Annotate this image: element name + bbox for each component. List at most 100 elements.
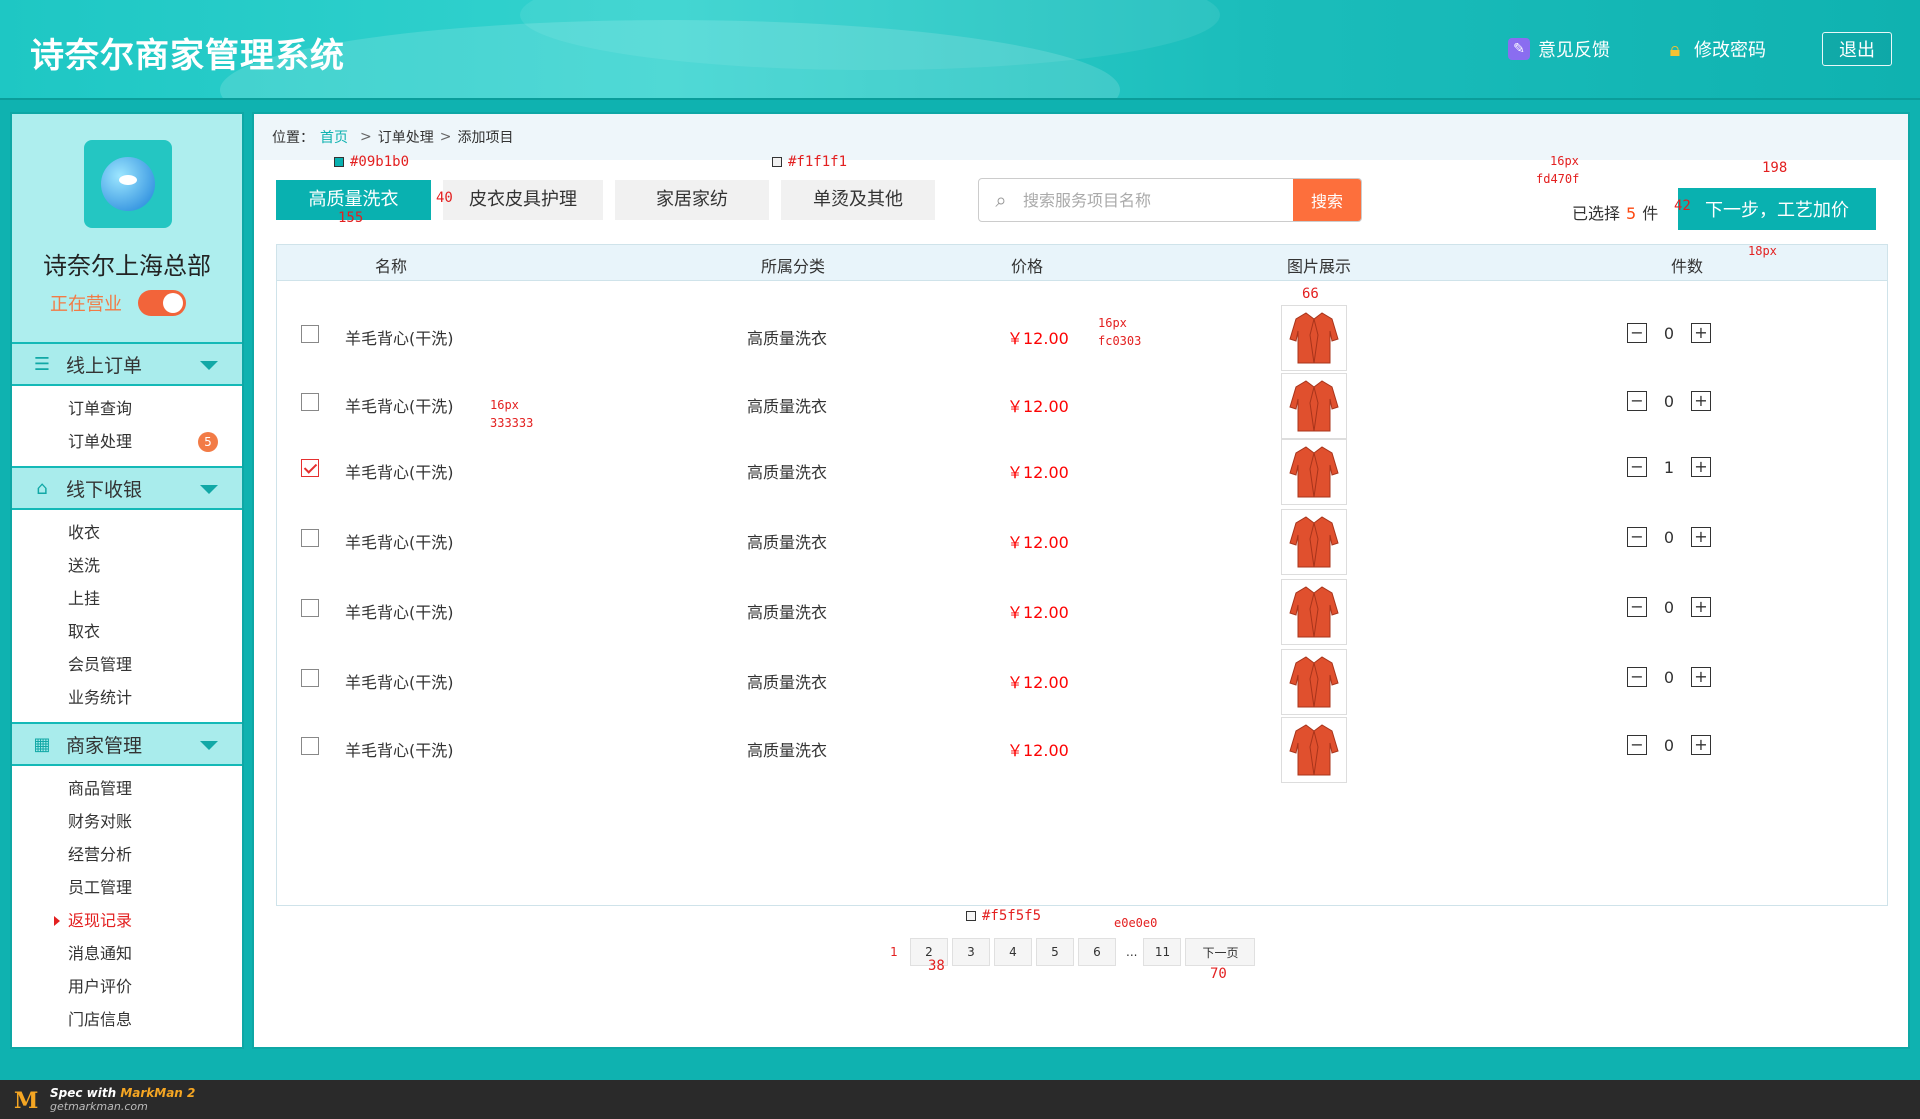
quantity-value: 1 — [1663, 457, 1675, 477]
row-checkbox[interactable] — [301, 737, 319, 755]
change-password-link[interactable]: 🔒︎ 修改密码 — [1664, 36, 1766, 62]
decrease-button[interactable]: − — [1627, 527, 1647, 547]
sidebar-item-products[interactable]: 商品管理 — [12, 772, 242, 805]
sidebar-item-cashback[interactable]: 返现记录 — [12, 904, 242, 937]
sidebar-item-send-wash[interactable]: 送洗 — [12, 549, 242, 582]
breadcrumb-level2[interactable]: 订单处理 — [378, 127, 434, 147]
item-name: 羊毛背心(干洗) — [345, 673, 454, 692]
status-toggle[interactable] — [138, 290, 186, 316]
item-category: 高质量洗衣 — [747, 673, 828, 692]
sidebar-item-order-process[interactable]: 订单处理 5 — [12, 425, 242, 458]
sidebar-item-finance[interactable]: 财务对账 — [12, 805, 242, 838]
credit-prefix: Spec with — [50, 1085, 121, 1100]
item-name: 羊毛背心(干洗) — [345, 741, 454, 760]
menu-list-online-orders: 订单查询 订单处理 5 — [12, 386, 242, 466]
service-table: 名称 所属分类 价格 图片展示 件数 羊毛背心(干洗) 高质量洗衣 ￥12.00−0… — [276, 244, 1888, 906]
quantity-stepper: −0 + — [1627, 323, 1711, 343]
sidebar-item-receive[interactable]: 收衣 — [12, 516, 242, 549]
jacket-icon — [1289, 446, 1339, 498]
breadcrumb: 位置： 首页 > 订单处理 > 添加项目 — [254, 114, 1908, 160]
annotation-button-font: 18px — [1748, 244, 1777, 258]
page-button[interactable]: 6 — [1078, 938, 1116, 966]
increase-button[interactable]: + — [1691, 323, 1711, 343]
item-category: 高质量洗衣 — [747, 603, 828, 622]
sidebar-item-hang[interactable]: 上挂 — [12, 582, 242, 615]
business-status: 正在营业 — [50, 290, 186, 316]
increase-button[interactable]: + — [1691, 391, 1711, 411]
main-panel: 位置： 首页 > 订单处理 > 添加项目 高质量洗衣 皮衣皮具护理 家居家纺 单… — [252, 112, 1910, 1049]
sidebar-item-members[interactable]: 会员管理 — [12, 648, 242, 681]
item-price: ￥12.00 — [1007, 329, 1069, 348]
quantity-value: 0 — [1663, 391, 1675, 411]
logout-button[interactable]: 退出 — [1822, 32, 1892, 66]
decrease-button[interactable]: − — [1627, 597, 1647, 617]
search-input[interactable] — [1023, 179, 1293, 221]
page-button-last[interactable]: 11 — [1143, 938, 1182, 966]
quantity-stepper: −0 + — [1627, 735, 1711, 755]
tab-home-textile[interactable]: 家居家纺 — [615, 180, 769, 220]
annotation-count-color: fd470f — [1536, 172, 1580, 186]
item-name: 羊毛背心(干洗) — [345, 533, 454, 552]
row-checkbox[interactable] — [301, 393, 319, 411]
breadcrumb-home[interactable]: 首页 — [320, 127, 348, 147]
sidebar-item-statistics[interactable]: 业务统计 — [12, 681, 242, 714]
increase-button[interactable]: + — [1691, 597, 1711, 617]
item-image — [1281, 717, 1347, 783]
mascot-icon — [101, 157, 155, 211]
annotation-image-size: 66 — [1302, 286, 1319, 302]
decrease-button[interactable]: − — [1627, 735, 1647, 755]
decrease-button[interactable]: − — [1627, 323, 1647, 343]
increase-button[interactable]: + — [1691, 735, 1711, 755]
chevron-down-icon — [200, 741, 218, 750]
menu-group-online-orders[interactable]: ☰ 线上订单 — [12, 342, 242, 386]
decrease-button[interactable]: − — [1627, 391, 1647, 411]
top-header: 诗奈尔商家管理系统 ✎ 意见反馈 🔒︎ 修改密码 退出 — [0, 0, 1920, 100]
increase-button[interactable]: + — [1691, 457, 1711, 477]
page-button[interactable]: 4 — [994, 938, 1032, 966]
increase-button[interactable]: + — [1691, 527, 1711, 547]
menu-group-merchant[interactable]: ▦ 商家管理 — [12, 722, 242, 766]
search-button[interactable]: 搜索 — [1293, 179, 1361, 221]
page-button[interactable]: 3 — [952, 938, 990, 966]
row-checkbox[interactable] — [301, 599, 319, 617]
column-header-price: 价格 — [1011, 257, 1044, 276]
sidebar-item-store-info[interactable]: 门店信息 — [12, 1003, 242, 1036]
sidebar-item-staff[interactable]: 员工管理 — [12, 871, 242, 904]
decrease-button[interactable]: − — [1627, 457, 1647, 477]
sidebar-item-pickup[interactable]: 取衣 — [12, 615, 242, 648]
chevron-down-icon — [200, 485, 218, 494]
tab-ironing-other[interactable]: 单烫及其他 — [781, 180, 935, 220]
sidebar-item-reviews[interactable]: 用户评价 — [12, 970, 242, 1003]
next-step-button[interactable]: 下一步，工艺加价 — [1678, 188, 1876, 230]
sidebar-item-analysis[interactable]: 经营分析 — [12, 838, 242, 871]
annotation-button-width: 198 — [1762, 160, 1788, 176]
item-price: ￥12.00 — [1007, 741, 1069, 760]
feedback-icon: ✎ — [1508, 38, 1530, 60]
credit-url: getmarkman.com — [50, 1099, 148, 1113]
sidebar-item-order-query[interactable]: 订单查询 — [12, 392, 242, 425]
feedback-label: 意见反馈 — [1538, 40, 1610, 61]
row-checkbox[interactable] — [301, 459, 319, 477]
row-checkbox[interactable] — [301, 669, 319, 687]
annotation-name-color: 333333 — [490, 416, 534, 430]
item-name: 羊毛背心(干洗) — [345, 603, 454, 622]
search-box: ⌕ 搜索 — [978, 178, 1362, 222]
item-category: 高质量洗衣 — [747, 533, 828, 552]
item-price: ￥12.00 — [1007, 603, 1069, 622]
tab-leather-care[interactable]: 皮衣皮具护理 — [443, 180, 603, 220]
item-name: 羊毛背心(干洗) — [345, 329, 454, 348]
breadcrumb-separator: > — [439, 129, 452, 145]
feedback-link[interactable]: ✎ 意见反馈 — [1508, 36, 1610, 62]
sidebar-item-messages[interactable]: 消息通知 — [12, 937, 242, 970]
next-page-button[interactable]: 下一页 — [1185, 938, 1256, 966]
page-button[interactable]: 5 — [1036, 938, 1074, 966]
row-checkbox[interactable] — [301, 325, 319, 343]
row-checkbox[interactable] — [301, 529, 319, 547]
search-icon: ⌕ — [995, 188, 1007, 212]
column-header-name: 名称 — [375, 257, 408, 276]
menu-group-offline-cashier[interactable]: ⌂ 线下收银 — [12, 466, 242, 510]
page-current[interactable]: 1 — [882, 938, 906, 966]
decrease-button[interactable]: − — [1627, 667, 1647, 687]
increase-button[interactable]: + — [1691, 667, 1711, 687]
selected-number: 5 — [1626, 204, 1637, 223]
